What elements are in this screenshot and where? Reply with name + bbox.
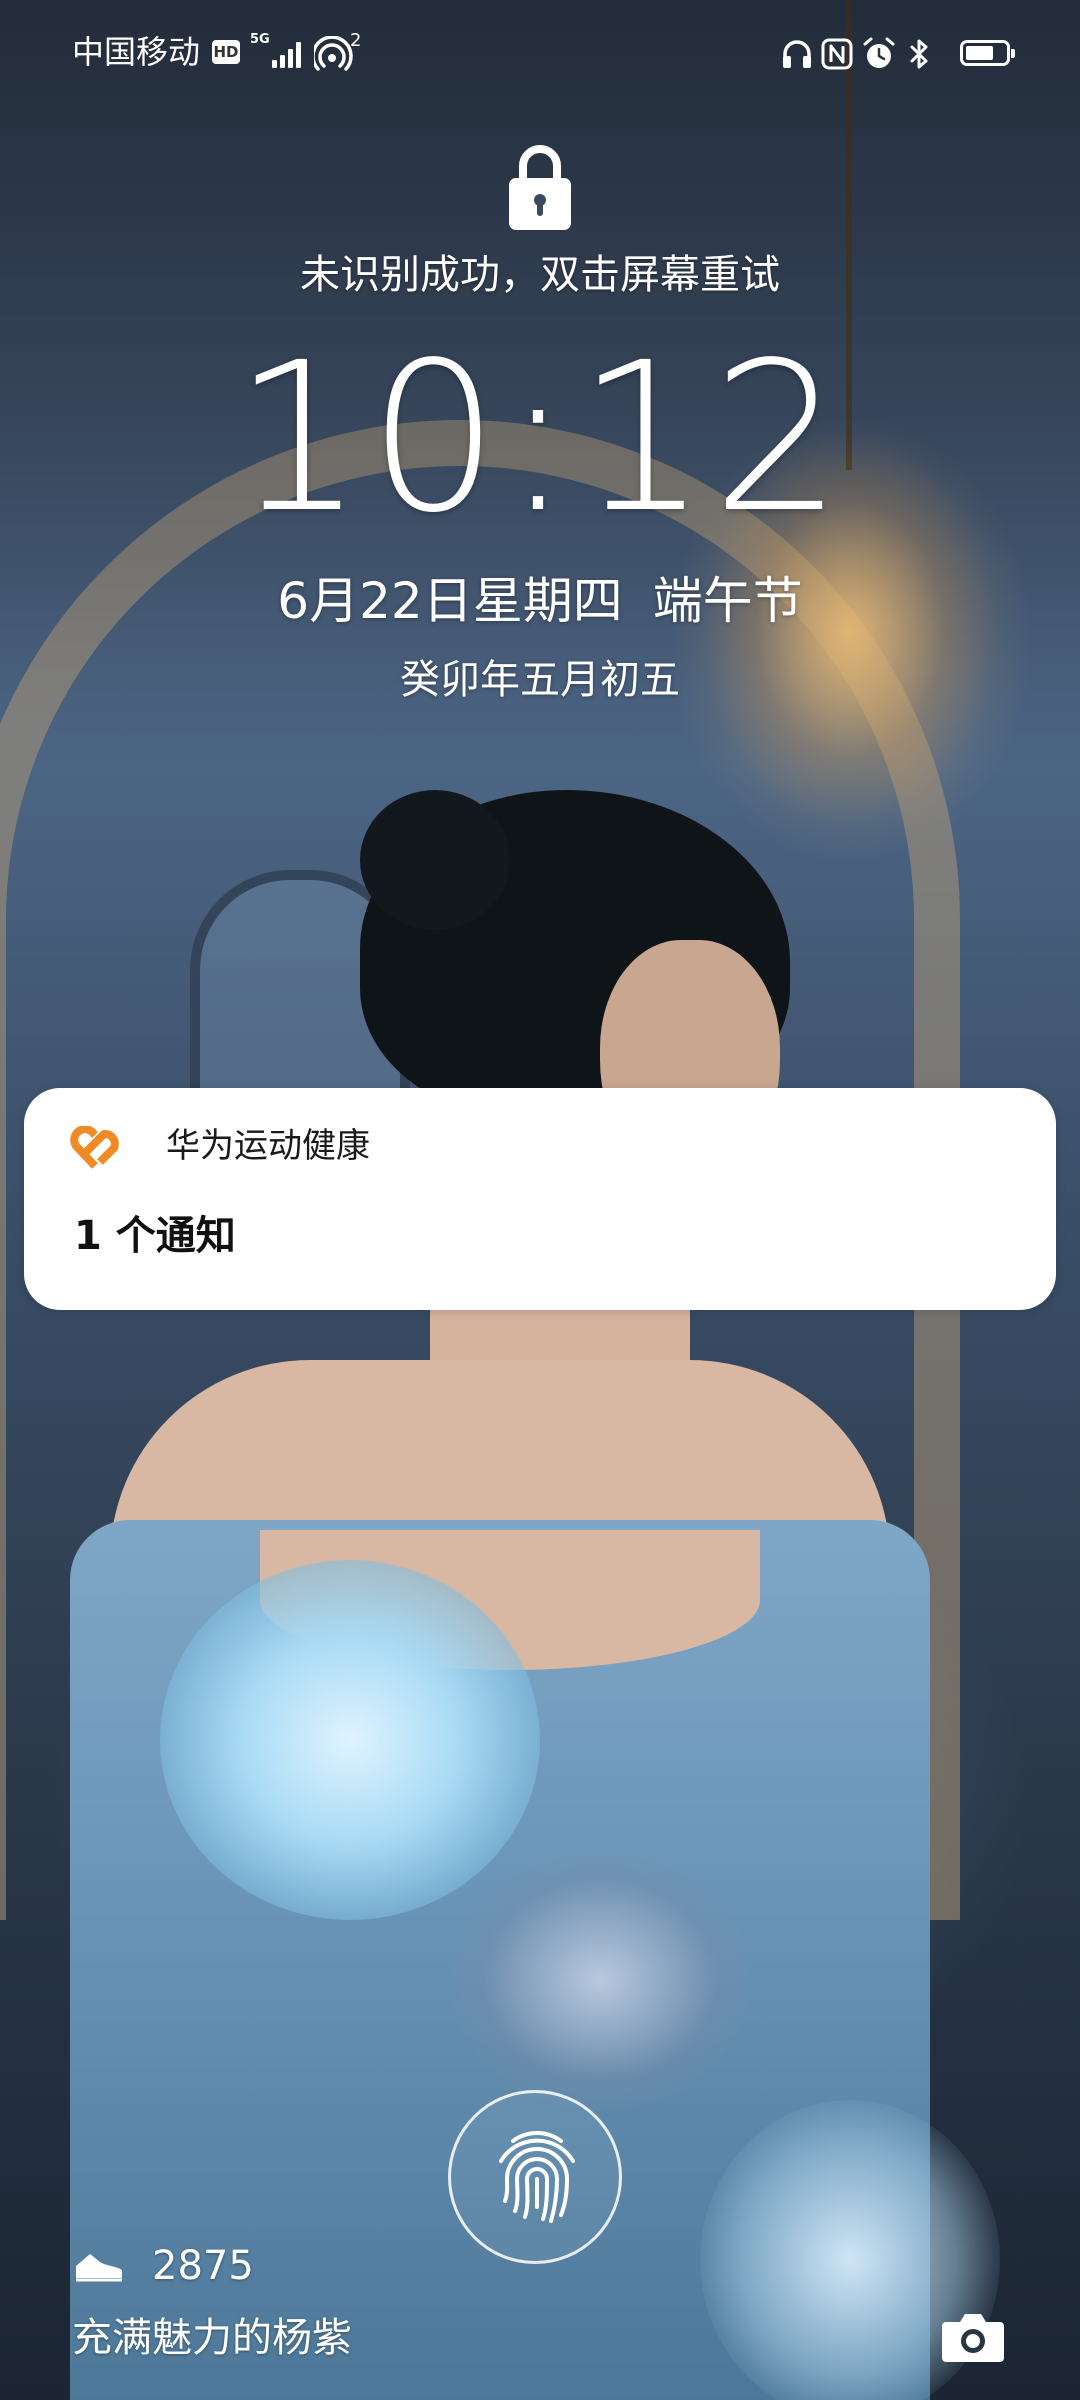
- hotspot-count: 2: [350, 30, 362, 51]
- steps-count: 2875: [152, 2243, 254, 2289]
- nfc-icon: [821, 38, 853, 70]
- hotspot-icon: [314, 36, 353, 71]
- signal-icon: [272, 40, 306, 68]
- headphones-icon: [783, 40, 811, 68]
- huawei-health-icon: [70, 1126, 119, 1169]
- alarm-icon: [863, 37, 895, 68]
- lunar-date-text: 癸卯年五月初五: [400, 657, 680, 703]
- lockscreen-clock: 10:12: [233, 318, 847, 558]
- lock-icon[interactable]: [505, 140, 575, 232]
- notification-card[interactable]: 华为运动健康 1 个通知: [24, 1088, 1056, 1310]
- wallpaper-feather: [160, 1560, 540, 1920]
- battery-icon: [960, 40, 1015, 66]
- camera-icon[interactable]: [940, 2310, 1006, 2364]
- date-line: 6月22日星期四 端午节: [0, 566, 1080, 636]
- bluetooth-icon: [910, 39, 928, 69]
- wallpaper-hair-bun: [360, 790, 510, 930]
- status-bar: 中国移动 HD 5G 2: [0, 22, 1080, 86]
- network-type-label: 5G: [250, 32, 270, 47]
- shoe-icon: [76, 2254, 122, 2282]
- notification-text: 1 个通知: [74, 1213, 236, 1259]
- notification-app-name: 华为运动健康: [166, 1126, 370, 1166]
- battery-level-fill: [966, 46, 993, 60]
- hd-icon: HD: [212, 40, 240, 64]
- unlock-hint-text: 未识别成功，双击屏幕重试: [300, 252, 780, 298]
- lockscreen-signature: 充满魅力的杨紫: [72, 2315, 352, 2361]
- status-icons-right: [780, 36, 1015, 76]
- carrier-name: 中国移动: [72, 33, 201, 71]
- festival-text: 端午节: [652, 572, 803, 630]
- fingerprint-sensor[interactable]: [448, 2090, 622, 2264]
- wallpaper-sequins: [450, 1850, 750, 2110]
- fingerprint-icon: [499, 2131, 575, 2223]
- date-text: 6月22日星期四: [277, 572, 623, 630]
